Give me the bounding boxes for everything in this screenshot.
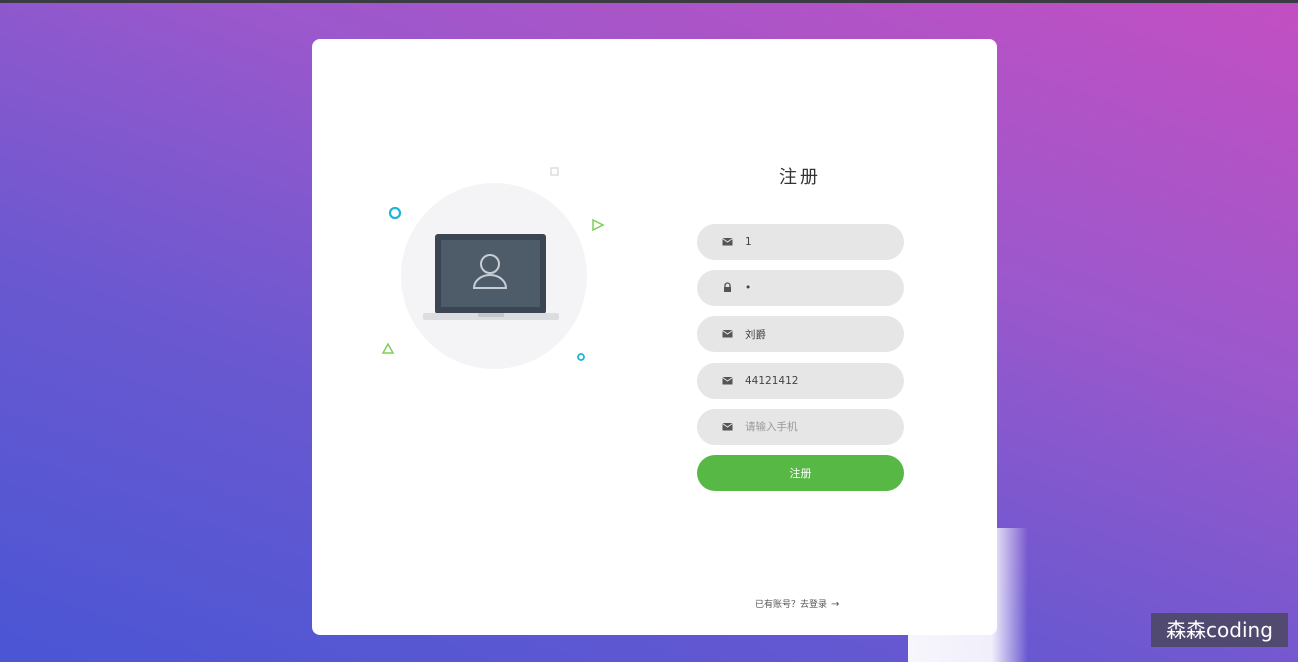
- password-field[interactable]: [697, 270, 904, 306]
- email-input[interactable]: [745, 363, 895, 399]
- envelope-icon: [722, 377, 733, 385]
- play-triangle-icon: [592, 218, 605, 232]
- envelope-icon: [722, 330, 733, 338]
- phone-field[interactable]: [697, 409, 904, 445]
- email-field[interactable]: [697, 363, 904, 399]
- login-link[interactable]: 已有账号？去登录 →: [755, 597, 839, 610]
- envelope-icon: [722, 423, 733, 431]
- password-input[interactable]: [745, 270, 895, 306]
- name-field[interactable]: [697, 316, 904, 352]
- window-top-bar: [0, 0, 1298, 3]
- username-field[interactable]: [697, 224, 904, 260]
- screen-glare: [908, 528, 1028, 662]
- watermark: 森森coding: [1151, 613, 1288, 647]
- login-link-text: 已有账号？去登录: [755, 600, 828, 610]
- arrow-right-icon: →: [831, 599, 840, 610]
- name-input[interactable]: [745, 316, 895, 352]
- lock-icon: [724, 282, 731, 292]
- ring-icon: [388, 206, 402, 220]
- register-button[interactable]: 注册: [697, 455, 904, 491]
- square-icon: [550, 167, 559, 176]
- envelope-icon: [722, 238, 733, 246]
- laptop-illustration: [423, 234, 559, 320]
- register-card: 注册 注册 已有账: [312, 39, 997, 635]
- phone-input[interactable]: [745, 409, 895, 445]
- small-ring-icon: [577, 353, 585, 361]
- form-title: 注册: [779, 167, 821, 188]
- username-input[interactable]: [745, 224, 895, 260]
- triangle-icon: [381, 342, 395, 354]
